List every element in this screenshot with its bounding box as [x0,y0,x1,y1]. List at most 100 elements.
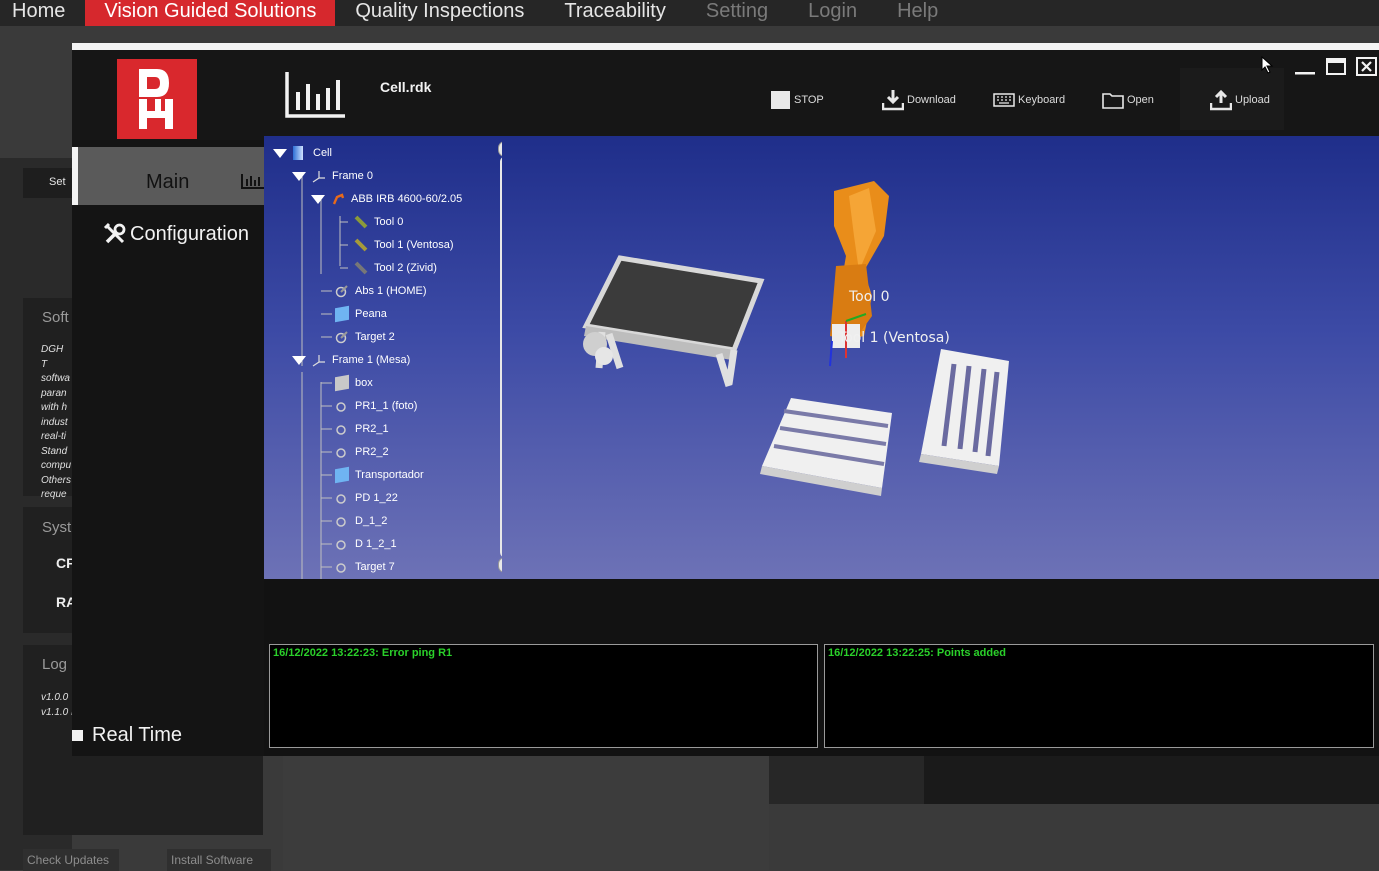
tools-icon [103,222,126,244]
tree-item-pr1-1[interactable]: PR1_1 (foto) [335,396,417,416]
tree-item-label: Tool 2 (Zivid) [374,262,437,274]
software-line: compu [41,460,72,471]
keyboard-button[interactable]: Keyboard [993,88,1065,112]
tree-item-frame1[interactable]: Frame 1 (Mesa) [292,350,410,370]
cell-icon [293,146,303,160]
robot-icon [332,193,345,205]
tree-item-pr2-2[interactable]: PR2_2 [335,442,389,462]
3d-viewport[interactable]: Tool 0 Tool 1 (Ventosa) Cell Frame 0 ABB… [264,136,1379,579]
software-line: softwa [41,373,70,384]
target-icon [336,540,346,550]
tree-item-frame0[interactable]: Frame 0 [292,166,373,186]
tree-item-box[interactable]: box [335,373,373,393]
log-message: 16/12/2022 13:22:23: Error ping R1 [273,647,453,659]
frame-icon [312,355,325,367]
nav-vision-guided-solutions[interactable]: Vision Guided Solutions [85,0,336,26]
frame-icon [312,171,325,183]
keyboard-label: Keyboard [1018,94,1066,106]
expand-arrow-icon[interactable] [292,355,306,365]
nav-help[interactable]: Help [877,0,958,26]
system-heading: Syst [42,519,72,536]
close-icon[interactable] [1356,57,1378,77]
tree-item-d1-2[interactable]: D_1_2 [335,511,387,531]
tree-item-label: PR2_2 [355,446,389,458]
bg-bottom-strip-inner [769,756,924,804]
expand-arrow-icon[interactable] [311,194,325,204]
stop-button[interactable]: STOP [771,88,824,112]
software-heading: Soft [42,309,69,326]
download-button[interactable]: Download [882,88,956,112]
tree-item-transportador[interactable]: Transportador [335,465,424,485]
window-header: Cell.rdk STOP Download Keyboard Open Upl… [72,50,1379,140]
target-icon [336,402,346,412]
software-line: real-ti [41,431,67,442]
tree-item-robot[interactable]: ABB IRB 4600-60/2.05 [311,189,462,209]
scroll-up-button[interactable] [498,141,502,157]
target-icon [336,517,346,527]
maximize-icon[interactable] [1325,57,1347,77]
tree-item-d1-2-1[interactable]: D 1_2_1 [335,534,397,554]
minimize-icon[interactable] [1294,57,1316,77]
tree-item-label: Frame 0 [332,170,373,182]
robot-program-window: Cell.rdk STOP Download Keyboard Open Upl… [72,43,1379,756]
target-icon [336,494,346,504]
tab-main[interactable]: Main [78,147,264,205]
nav-quality-inspections[interactable]: Quality Inspections [335,0,544,26]
expand-arrow-icon[interactable] [273,148,287,158]
tree-item-peana[interactable]: Peana [335,304,387,324]
stop-icon [771,91,790,109]
open-button[interactable]: Open [1102,88,1154,112]
download-label: Download [907,94,956,106]
tree-item-cell[interactable]: Cell [273,143,332,163]
tree-item-pr2-1[interactable]: PR2_1 [335,419,389,439]
tree-item-label: Tool 0 [374,216,404,228]
pallet-upright-model [919,349,1009,474]
tab-main-label: Main [146,171,190,193]
box-icon [335,374,349,392]
scroll-down-button[interactable] [498,557,502,573]
tool-icon [354,238,368,252]
nav-traceability[interactable]: Traceability [544,0,686,26]
tree-item-label: box [355,377,373,389]
chart-icon[interactable] [285,70,347,123]
tree-item-abs1[interactable]: Abs 1 (HOME) [335,281,427,301]
check-updates-button[interactable]: Check Updates [23,849,119,871]
tree-item-label: Target 7 [355,561,395,573]
tree-item-label: Peana [355,308,387,320]
bg-set-button[interactable]: Set [23,168,72,198]
tree-item-label: PR1_1 (foto) [355,400,418,412]
dgh-logo [117,59,197,139]
tree-item-tool1[interactable]: Tool 1 (Ventosa) [354,235,454,255]
window-left-nav: Main Configuration Real Time [72,140,264,756]
software-line: Others [41,474,72,486]
nav-home[interactable]: Home [0,0,85,26]
station-tree[interactable]: Cell Frame 0 ABB IRB 4600-60/2.05 Tool 0… [268,136,502,579]
tree-item-tool0[interactable]: Tool 0 [354,212,403,232]
install-software-button[interactable]: Install Software [167,849,271,871]
conveyor-model [582,255,765,388]
tree-item-pd1-22[interactable]: PD 1_22 [335,488,398,508]
nav-login[interactable]: Login [788,0,877,26]
upload-button[interactable]: Upload [1210,88,1270,112]
log-line: v1.1.0 I [41,706,74,718]
log-line: v1.0.0 [41,692,69,703]
log-message: 16/12/2022 13:22:25: Points added [828,647,1006,659]
tool0-label: Tool 0 [849,289,890,305]
tool-icon [354,261,368,275]
tree-item-tool2[interactable]: Tool 2 (Zivid) [354,258,437,278]
nav-setting[interactable]: Setting [686,0,788,26]
tree-item-target7[interactable]: Target 7 [335,557,395,577]
tree-item-label: PR2_1 [355,423,389,435]
expand-arrow-icon[interactable] [292,171,306,181]
tree-scrollbar-thumb[interactable] [501,158,502,262]
bg-software-panel: Soft DGH T softwa paran with h indust re… [23,298,72,500]
window-top-border [72,43,1379,50]
object-icon [335,305,349,323]
configuration-menu-item[interactable]: Configuration [103,222,249,246]
software-description: DGH T softwa paran with h indust real-ti… [41,343,72,503]
log-heading: Log [42,656,68,673]
real-time-checkbox[interactable] [72,730,83,741]
tree-item-target2[interactable]: Target 2 [335,327,395,347]
real-time-toggle[interactable]: Real Time [72,724,182,747]
tree-item-label: PD 1_22 [355,492,398,504]
